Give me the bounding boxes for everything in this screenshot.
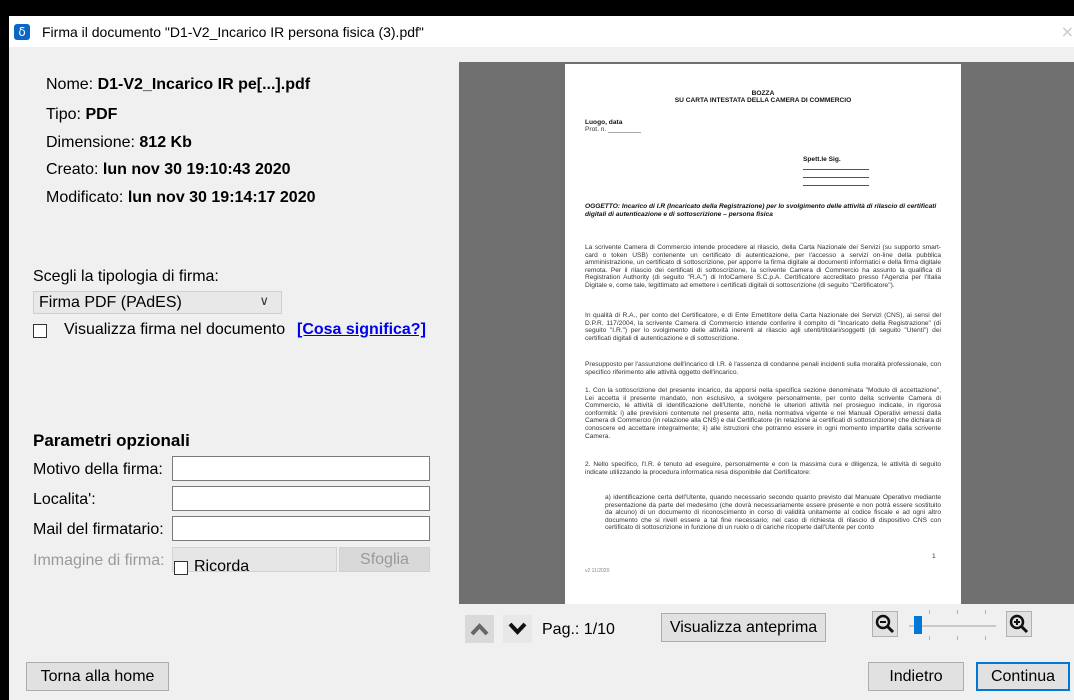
zoom-slider-track[interactable] bbox=[909, 625, 996, 627]
location-field[interactable] bbox=[172, 486, 430, 511]
file-size-row: Dimensione: 812 Kb bbox=[46, 134, 192, 152]
file-type-label: Tipo: bbox=[46, 106, 81, 123]
title-bar: δ Firma il documento "D1-V2_Incarico IR … bbox=[9, 16, 1074, 47]
show-preview-button[interactable]: Visualizza anteprima bbox=[661, 613, 826, 642]
show-signature-label: Visualizza firma nel documento bbox=[64, 321, 286, 338]
email-label: Mail del firmatario: bbox=[33, 521, 164, 538]
file-modified-row: Modificato: lun nov 30 19:14:17 2020 bbox=[46, 189, 315, 207]
signature-type-value: Firma PDF (PAdES) bbox=[39, 294, 182, 311]
show-signature-checkbox[interactable] bbox=[33, 324, 47, 338]
chevron-down-icon bbox=[508, 622, 527, 635]
file-type-value: PDF bbox=[85, 106, 118, 123]
zoom-slider-tick bbox=[929, 636, 930, 640]
chevron-down-icon: ∨ bbox=[259, 294, 269, 309]
doc-paragraph: 2. Nello specifico, l'I.R. è tenuto ad e… bbox=[585, 461, 941, 476]
doc-prot: Prot. n. _________ bbox=[585, 126, 642, 133]
document-preview: BOZZA SU CARTA INTESTATA DELLA CAMERA DI… bbox=[459, 62, 1074, 604]
file-modified-label: Modificato: bbox=[46, 189, 124, 206]
doc-recipient-line bbox=[803, 185, 869, 186]
sign-document-dialog: δ Firma il documento "D1-V2_Incarico IR … bbox=[9, 16, 1074, 700]
reason-field[interactable] bbox=[172, 456, 430, 481]
zoom-in-icon bbox=[1009, 614, 1029, 634]
doc-recipient-line bbox=[803, 169, 869, 170]
app-icon: δ bbox=[14, 24, 30, 40]
zoom-slider-tick bbox=[929, 610, 930, 614]
file-name-value: D1-V2_Incarico IR pe[...].pdf bbox=[97, 76, 311, 93]
document-page: BOZZA SU CARTA INTESTATA DELLA CAMERA DI… bbox=[565, 64, 961, 604]
close-icon[interactable]: × bbox=[1061, 22, 1074, 41]
zoom-slider-tick bbox=[957, 610, 958, 614]
signature-image-label: Immagine di firma: bbox=[33, 552, 165, 569]
file-name-label: Nome: bbox=[46, 76, 94, 93]
window-title: Firma il documento "D1-V2_Incarico IR pe… bbox=[42, 24, 424, 40]
remember-checkbox[interactable] bbox=[174, 561, 188, 575]
chevron-up-icon bbox=[470, 623, 489, 636]
zoom-slider-tick bbox=[985, 636, 986, 640]
what-does-it-mean-link[interactable]: [Cosa significa?] bbox=[297, 321, 426, 339]
file-created-label: Creato: bbox=[46, 161, 99, 178]
file-size-value: 812 Kb bbox=[139, 134, 192, 151]
zoom-slider-tick bbox=[985, 610, 986, 614]
doc-paragraph: Presupposto per l'assunzione dell'incari… bbox=[585, 361, 941, 376]
zoom-out-button[interactable] bbox=[872, 611, 898, 637]
zoom-out-icon bbox=[875, 614, 895, 634]
reason-label: Motivo della firma: bbox=[33, 461, 163, 478]
file-modified-value: lun nov 30 19:14:17 2020 bbox=[127, 189, 316, 206]
file-size-label: Dimensione: bbox=[46, 134, 135, 151]
doc-paragraph: La scrivente Camera di Commercio intende… bbox=[585, 244, 941, 289]
back-to-home-button[interactable]: Torna alla home bbox=[26, 662, 169, 691]
back-button[interactable]: Indietro bbox=[868, 662, 964, 691]
file-created-row: Creato: lun nov 30 19:10:43 2020 bbox=[46, 161, 291, 179]
doc-paragraph: In qualità di R.A., per conto del Certif… bbox=[585, 312, 941, 342]
doc-page-number: 1 bbox=[932, 553, 936, 560]
email-field[interactable] bbox=[172, 516, 430, 541]
optional-params-title: Parametri opzionali bbox=[33, 431, 190, 450]
doc-recipient: Spett.le Sig. bbox=[803, 156, 841, 163]
signature-type-label: Scegli la tipologia di firma: bbox=[33, 268, 219, 285]
zoom-slider-tick bbox=[957, 636, 958, 640]
location-label: Localita': bbox=[33, 491, 96, 508]
doc-recipient-line bbox=[803, 177, 869, 178]
file-created-value: lun nov 30 19:10:43 2020 bbox=[102, 161, 291, 178]
browse-button: Sfoglia bbox=[339, 547, 430, 572]
doc-header-letterhead: SU CARTA INTESTATA DELLA CAMERA DI COMME… bbox=[674, 97, 852, 104]
page-indicator: Pag.: 1/10 bbox=[542, 621, 615, 638]
signature-type-select[interactable]: Firma PDF (PAdES) ∨ bbox=[33, 291, 282, 314]
previous-page-button[interactable] bbox=[465, 615, 494, 643]
zoom-in-button[interactable] bbox=[1006, 611, 1032, 637]
remember-label: Ricorda bbox=[194, 558, 250, 575]
zoom-slider-thumb[interactable] bbox=[914, 616, 922, 634]
next-page-button[interactable] bbox=[503, 615, 532, 643]
continue-button[interactable]: Continua bbox=[976, 662, 1070, 691]
doc-paragraph: a) identificazione certa dell'Utente, qu… bbox=[605, 494, 941, 532]
doc-subject: OGGETTO: Incarico di I.R (Incaricato del… bbox=[585, 203, 937, 218]
doc-paragraph: 1. Con la sottoscrizione del presente in… bbox=[585, 387, 941, 440]
doc-footer: v2 11/2020 bbox=[585, 568, 610, 574]
file-type-row: Tipo: PDF bbox=[46, 106, 117, 124]
file-name-row: Nome: D1-V2_Incarico IR pe[...].pdf bbox=[46, 76, 310, 94]
